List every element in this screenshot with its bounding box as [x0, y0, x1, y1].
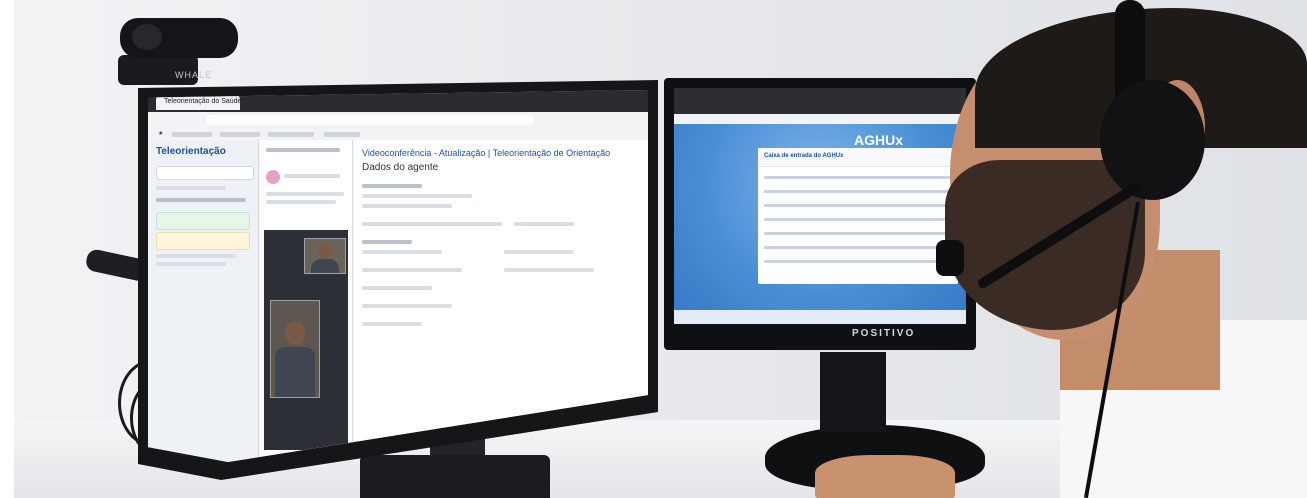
text-line: [266, 200, 336, 204]
table-row[interactable]: [764, 190, 952, 193]
text-line: [362, 286, 432, 290]
table-row[interactable]: [764, 218, 952, 221]
left-monitor-screen: Teleorientação do Saúde 24 ★ Teleorienta…: [148, 90, 648, 462]
address-bar[interactable]: [674, 114, 966, 124]
text-line: [156, 186, 226, 190]
text-line: [362, 322, 422, 326]
bookmarks-bar: ★: [148, 128, 648, 140]
text-line: [266, 192, 344, 196]
left-white-edge: [0, 0, 14, 498]
windows-taskbar: [674, 310, 966, 324]
text-line: [362, 194, 472, 198]
right-monitor-neck: [820, 352, 886, 432]
right-monitor-screen: AGHUx Caixa de entrada do AGHUx: [674, 88, 966, 324]
video-tile-remote: [270, 300, 320, 398]
text-line: [266, 148, 340, 152]
text-line: [362, 304, 452, 308]
left-monitor: Teleorientação do Saúde 24 ★ Teleorienta…: [138, 80, 658, 480]
text-line: [156, 254, 236, 258]
bookmark-item[interactable]: [220, 132, 260, 137]
monitor-brand: POSITIVO: [852, 328, 916, 339]
inbox-title: Caixa de entrada do AGHUx: [764, 153, 844, 159]
browser-icon[interactable]: [428, 458, 436, 462]
text-line: [362, 222, 502, 226]
text-line: [156, 262, 226, 266]
browser-tab-strip: [674, 88, 966, 114]
video-call-panel: [264, 230, 348, 450]
bookmark-item[interactable]: [172, 132, 212, 137]
bookmark-item[interactable]: [268, 132, 314, 137]
section-title: Dados do agente: [362, 162, 439, 173]
text-line: [362, 184, 422, 188]
sidebar-search-input[interactable]: [156, 166, 254, 180]
table-row[interactable]: [764, 246, 952, 249]
aghux-app: AGHUx Caixa de entrada do AGHUx: [674, 124, 966, 324]
chat-column: [260, 140, 353, 462]
hand: [815, 455, 955, 498]
address-bar: [148, 112, 648, 129]
text-line: [156, 198, 246, 202]
page-title: Videoconferência - Atualização | Teleori…: [362, 148, 611, 158]
text-line: [362, 250, 442, 254]
webcam-brand: WHALE: [175, 70, 213, 80]
table-row[interactable]: [764, 176, 952, 179]
avatar: [266, 170, 280, 184]
text-line: [362, 240, 412, 244]
text-line: [504, 268, 594, 272]
text-line: [362, 268, 462, 272]
text-line: [514, 222, 574, 226]
app-icon[interactable]: [442, 458, 450, 462]
video-tile-self: [304, 238, 346, 274]
start-icon[interactable]: [394, 458, 402, 462]
app-sidebar: Teleorientação: [148, 140, 259, 462]
windows-taskbar: [354, 454, 648, 462]
headset-earcup: [1100, 80, 1205, 200]
table-row[interactable]: [764, 232, 952, 235]
list-item[interactable]: [156, 212, 250, 230]
list-item[interactable]: [156, 232, 250, 250]
inbox-panel: Caixa de entrada do AGHUx: [758, 148, 958, 284]
bookmark-item[interactable]: [324, 132, 360, 137]
webcam-lens: [132, 24, 162, 50]
app-title: Teleorientação: [156, 146, 226, 157]
text-line: [362, 204, 452, 208]
bookmark-icon[interactable]: ★: [158, 130, 163, 137]
photo-scene: Teleorientação do Saúde 24 ★ Teleorienta…: [0, 0, 1307, 498]
text-line: [504, 250, 574, 254]
text-line: [284, 174, 340, 178]
folder-icon[interactable]: [414, 458, 422, 462]
headset-mic: [936, 240, 964, 276]
url-input[interactable]: [206, 115, 534, 125]
inbox-header: Caixa de entrada do AGHUx: [758, 148, 958, 167]
app-logo: AGHUx: [854, 132, 904, 148]
table-row[interactable]: [764, 260, 952, 263]
table-row[interactable]: [764, 204, 952, 207]
